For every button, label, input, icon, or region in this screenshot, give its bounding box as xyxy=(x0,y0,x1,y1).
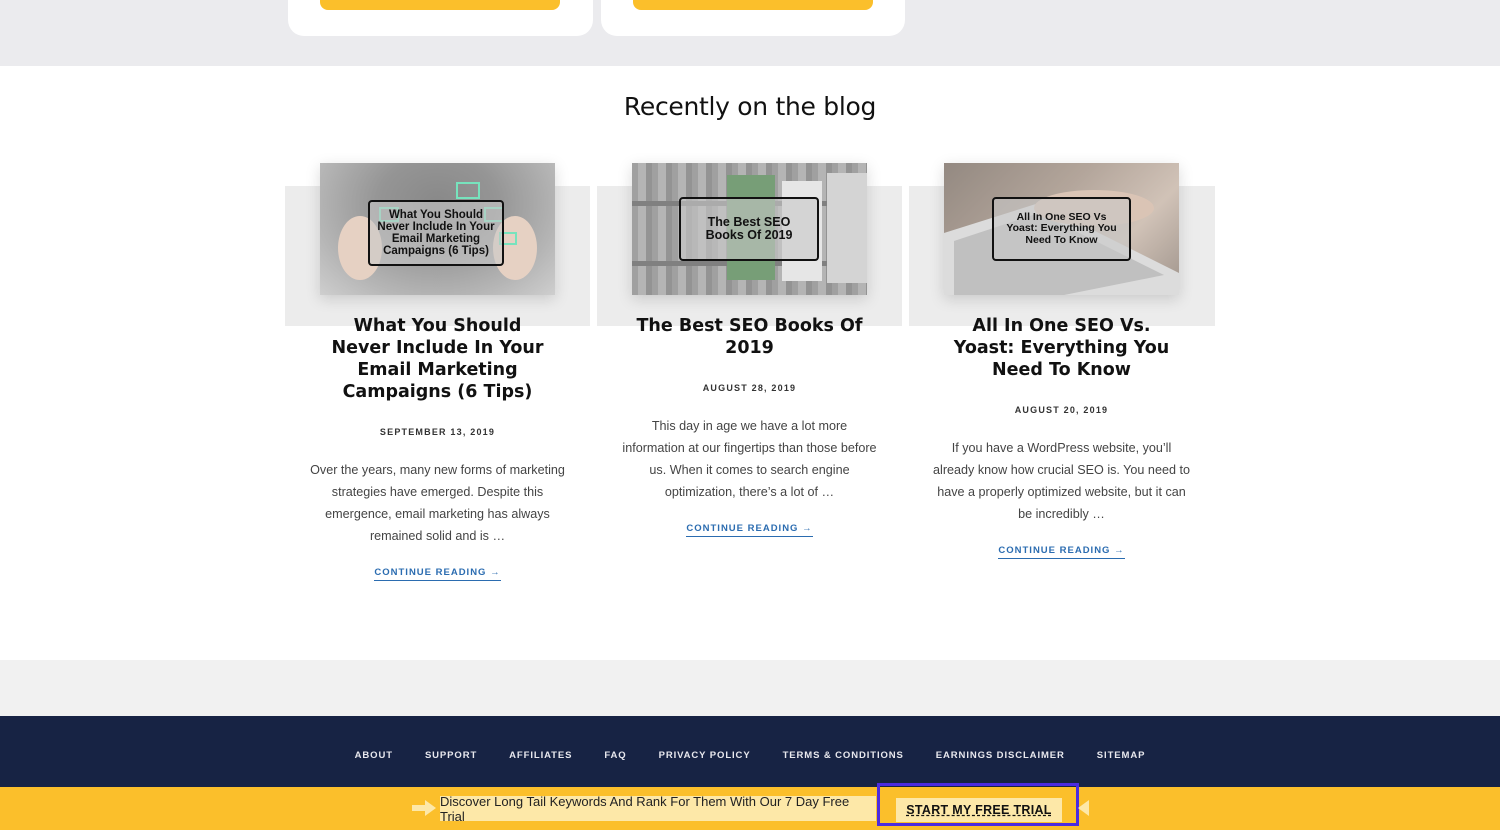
post-title[interactable]: The Best SEO Books Of 2019 xyxy=(597,315,902,359)
pricing-section xyxy=(0,0,1500,66)
footer-link-support[interactable]: SUPPORT xyxy=(425,750,477,761)
continue-reading-link[interactable]: CONTINUE READING → xyxy=(374,567,501,581)
start-free-trial-button[interactable]: START MY FREE TRIAL xyxy=(896,798,1062,822)
post-thumbnail[interactable]: All In One SEO Vs Yoast: Everything You … xyxy=(944,163,1179,295)
post-thumbnail[interactable]: What You Should Never Include In Your Em… xyxy=(320,163,555,295)
post-date: SEPTEMBER 13, 2019 xyxy=(379,427,496,437)
promo-bar: Discover Long Tail Keywords And Rank For… xyxy=(0,783,1500,830)
post-excerpt: This day in age we have a lot more infor… xyxy=(622,419,877,499)
post-excerpt: If you have a WordPress website, you’ll … xyxy=(933,441,1190,521)
footer-nav: ABOUT SUPPORT AFFILIATES FAQ PRIVACY POL… xyxy=(0,750,1500,761)
continue-reading-link[interactable]: CONTINUE READING → xyxy=(686,523,813,537)
post-thumbnail-label: What You Should Never Include In Your Em… xyxy=(368,200,504,266)
arrow-left-icon xyxy=(1078,800,1089,816)
post-title[interactable]: All In One SEO Vs. Yoast: Everything You… xyxy=(909,315,1214,381)
pricing-card xyxy=(601,0,905,36)
footer-link-earnings-disclaimer[interactable]: EARNINGS DISCLAIMER xyxy=(936,750,1065,761)
footer-link-privacy-policy[interactable]: PRIVACY POLICY xyxy=(659,750,751,761)
footer-link-terms[interactable]: TERMS & CONDITIONS xyxy=(783,750,904,761)
pricing-card-button[interactable] xyxy=(633,0,873,10)
blog-post-card: All In One SEO Vs Yoast: Everything You … xyxy=(909,163,1214,559)
arrow-right-icon xyxy=(412,800,436,816)
post-date: AUGUST 28, 2019 xyxy=(702,383,797,393)
post-thumbnail-label: All In One SEO Vs Yoast: Everything You … xyxy=(992,197,1131,261)
blog-post-card: What You Should Never Include In Your Em… xyxy=(285,163,590,581)
pricing-card xyxy=(288,0,593,36)
post-excerpt: Over the years, many new forms of market… xyxy=(310,463,565,543)
continue-reading-link[interactable]: CONTINUE READING → xyxy=(998,545,1125,559)
blog-post-card: The Best SEO Books Of 2019 The Best SEO … xyxy=(597,163,902,537)
footer-link-affiliates[interactable]: AFFILIATES xyxy=(509,750,572,761)
section-divider xyxy=(0,660,1500,716)
footer-link-sitemap[interactable]: SITEMAP xyxy=(1097,750,1146,761)
footer-link-faq[interactable]: FAQ xyxy=(604,750,626,761)
post-title[interactable]: What You Should Never Include In Your Em… xyxy=(285,315,590,403)
pricing-card-button[interactable] xyxy=(320,0,560,10)
post-thumbnail-label: The Best SEO Books Of 2019 xyxy=(679,197,819,261)
promo-text: Discover Long Tail Keywords And Rank For… xyxy=(440,794,876,824)
post-date: AUGUST 20, 2019 xyxy=(1014,405,1109,415)
blog-section-heading: Recently on the blog xyxy=(623,92,877,121)
site-footer: ABOUT SUPPORT AFFILIATES FAQ PRIVACY POL… xyxy=(0,716,1500,788)
footer-link-about[interactable]: ABOUT xyxy=(355,750,393,761)
post-thumbnail[interactable]: The Best SEO Books Of 2019 xyxy=(632,163,867,295)
